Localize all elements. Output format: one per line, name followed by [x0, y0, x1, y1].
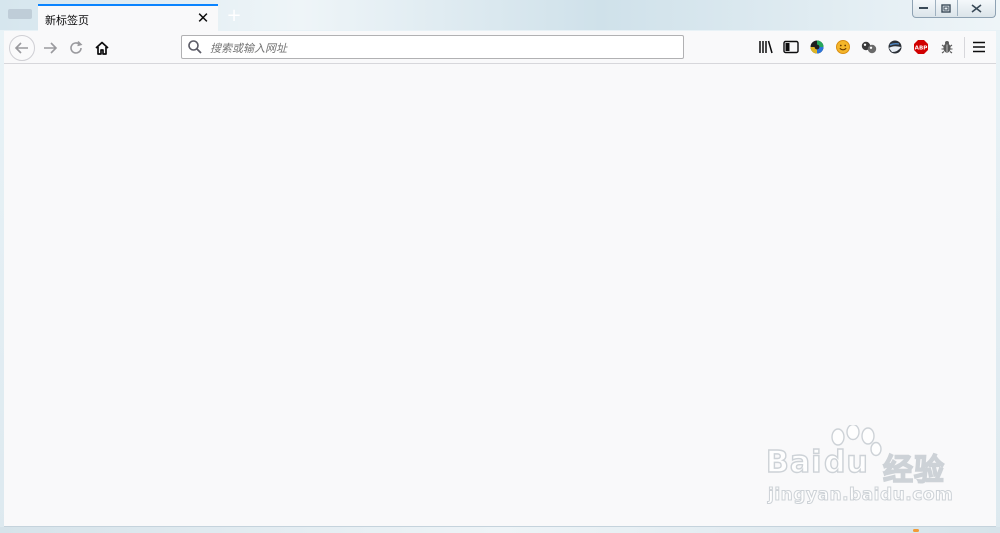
color-wheel-extension-icon[interactable] — [807, 37, 827, 57]
home-button[interactable] — [89, 35, 115, 61]
tab-new-tab[interactable]: 新标签页 ✕ — [38, 4, 218, 31]
search-icon — [188, 40, 202, 54]
adblock-plus-icon[interactable]: ABP — [911, 37, 931, 57]
navigation-toolbar: ABP — [4, 31, 996, 64]
url-input[interactable] — [208, 38, 672, 58]
restore-icon[interactable] — [935, 0, 957, 16]
watermark-brand-du: du — [823, 444, 869, 480]
browser-window: 新标签页 ✕ + 搜索或输入网址 ABP Bai du 经验 jingyan.b… — [0, 0, 1000, 533]
arrow-right-icon — [44, 42, 58, 54]
watermark-brand-latin: Bai — [765, 444, 823, 480]
earth-extension-icon[interactable] — [885, 37, 905, 57]
background-tab-ghost — [8, 9, 32, 19]
new-tab-button[interactable]: + — [225, 7, 243, 25]
watermark-brand-cn: 经验 — [882, 452, 945, 488]
title-bar: 新标签页 ✕ + — [0, 0, 1000, 31]
back-button[interactable] — [9, 35, 35, 61]
bug-extension-icon[interactable] — [937, 37, 957, 57]
arrow-left-icon — [14, 42, 28, 54]
window-bottom-edge — [0, 527, 1000, 533]
url-bar[interactable] — [181, 35, 684, 59]
toolbar-separator — [964, 37, 965, 58]
home-icon — [95, 41, 109, 55]
ball-extension-icon[interactable] — [859, 37, 879, 57]
forward-button[interactable] — [37, 35, 63, 61]
minimize-icon[interactable] — [913, 0, 935, 16]
close-icon[interactable] — [957, 0, 995, 16]
sidebar-icon[interactable] — [781, 37, 801, 57]
taskbar-indicator — [913, 529, 919, 532]
tab-close-icon[interactable]: ✕ — [194, 9, 212, 27]
adblock-plus-label: ABP — [915, 46, 928, 52]
smiley-extension-icon[interactable] — [833, 37, 853, 57]
reload-icon — [70, 40, 83, 54]
hamburger-menu-icon[interactable] — [969, 37, 989, 57]
library-icon[interactable] — [756, 37, 776, 57]
window-controls — [912, 0, 996, 18]
reload-button[interactable] — [63, 35, 89, 61]
baidu-jingyan-watermark: Bai du 经验 jingyan.baidu.com — [764, 425, 964, 515]
watermark-url: jingyan.baidu.com — [767, 485, 954, 506]
tab-title: 新标签页 — [45, 14, 89, 27]
